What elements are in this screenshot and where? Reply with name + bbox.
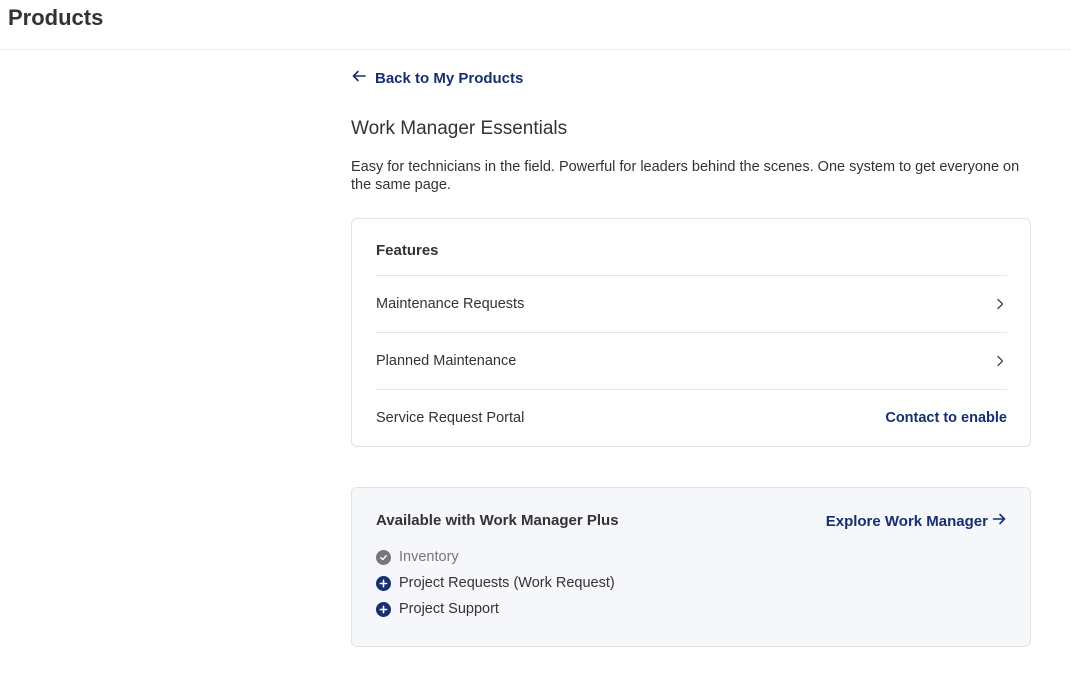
chevron-right-icon bbox=[993, 354, 1007, 368]
features-card: Features Maintenance Requests Planned Ma… bbox=[351, 218, 1031, 447]
chevron-right-icon bbox=[993, 297, 1007, 311]
feature-row-service-request-portal: Service Request Portal Contact to enable bbox=[376, 389, 1007, 446]
back-to-products-link[interactable]: Back to My Products bbox=[351, 68, 523, 88]
upgrade-item-inventory: Inventory bbox=[376, 549, 459, 565]
plus-circle-icon bbox=[376, 601, 391, 617]
arrow-left-icon bbox=[351, 68, 367, 88]
plus-circle-icon bbox=[376, 575, 391, 591]
feature-label: Service Request Portal bbox=[376, 410, 525, 426]
product-title: Work Manager Essentials bbox=[351, 118, 568, 139]
contact-to-enable-link[interactable]: Contact to enable bbox=[885, 410, 1007, 426]
explore-link-label: Explore Work Manager bbox=[825, 512, 988, 530]
upgrade-item-label: Inventory bbox=[399, 549, 459, 565]
features-heading: Features bbox=[376, 242, 439, 259]
explore-work-manager-link[interactable]: Explore Work Manager bbox=[826, 512, 1006, 530]
feature-label: Maintenance Requests bbox=[376, 296, 525, 312]
upgrade-item-label: Project Support bbox=[399, 601, 499, 617]
product-description: Easy for technicians in the field. Power… bbox=[351, 159, 1020, 193]
page-title: Products bbox=[8, 5, 104, 30]
top-bar: Products bbox=[0, 0, 1071, 50]
feature-row-maintenance-requests[interactable]: Maintenance Requests bbox=[376, 275, 1007, 332]
feature-label: Planned Maintenance bbox=[376, 353, 517, 369]
feature-row-planned-maintenance[interactable]: Planned Maintenance bbox=[376, 332, 1007, 389]
upgrade-item-project-requests: Project Requests (Work Request) bbox=[376, 575, 615, 591]
upgrade-item-project-support: Project Support bbox=[376, 601, 499, 617]
upgrade-item-label: Project Requests (Work Request) bbox=[399, 575, 615, 591]
check-circle-icon bbox=[376, 549, 391, 565]
upgrade-card: Available with Work Manager Plus Explore… bbox=[351, 487, 1031, 647]
arrow-right-icon bbox=[992, 512, 1006, 530]
upgrade-heading: Available with Work Manager Plus bbox=[376, 512, 619, 529]
back-link-label: Back to My Products bbox=[375, 69, 524, 87]
